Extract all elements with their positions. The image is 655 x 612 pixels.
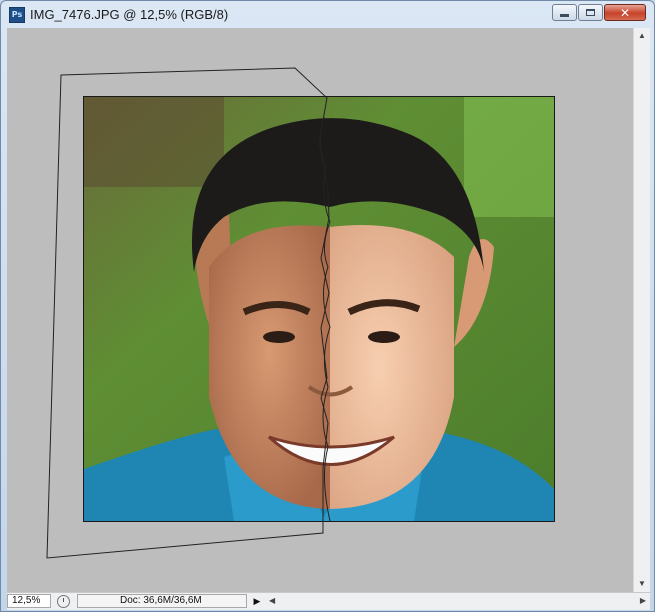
lasso-selection-path[interactable] — [7, 28, 633, 592]
title-bar[interactable]: Ps IMG_7476.JPG @ 12,5% (RGB/8) ✕ — [1, 1, 654, 28]
zoom-level-field[interactable]: 12,5% — [7, 594, 51, 608]
scroll-right-icon[interactable]: ▶ — [640, 596, 646, 605]
document-size-info: Doc: 36,6M/36,6M — [77, 594, 247, 608]
scroll-up-icon[interactable]: ▲ — [638, 31, 646, 40]
canvas-area[interactable] — [7, 28, 633, 592]
horizontal-scrollbar[interactable]: ◀ ▶ — [265, 594, 650, 608]
minimize-icon — [560, 14, 569, 17]
photoshop-app-icon[interactable]: Ps — [9, 7, 25, 23]
minimize-button[interactable] — [552, 4, 577, 21]
window-controls: ✕ — [551, 4, 646, 23]
timing-icon[interactable] — [57, 595, 70, 608]
window-title: IMG_7476.JPG @ 12,5% (RGB/8) — [30, 7, 229, 22]
maximize-icon — [586, 9, 595, 16]
maximize-button[interactable] — [578, 4, 603, 21]
status-bar: 12,5% Doc: 36,6M/36,6M ▶ ◀ ▶ — [7, 592, 650, 610]
document-window: Ps IMG_7476.JPG @ 12,5% (RGB/8) ✕ ▲ ▼ 12… — [0, 0, 655, 612]
status-menu-arrow-icon[interactable]: ▶ — [251, 594, 263, 608]
close-button[interactable]: ✕ — [604, 4, 646, 21]
scroll-left-icon[interactable]: ◀ — [269, 596, 275, 605]
scroll-down-icon[interactable]: ▼ — [638, 579, 646, 588]
vertical-scrollbar[interactable]: ▲ ▼ — [633, 28, 650, 592]
